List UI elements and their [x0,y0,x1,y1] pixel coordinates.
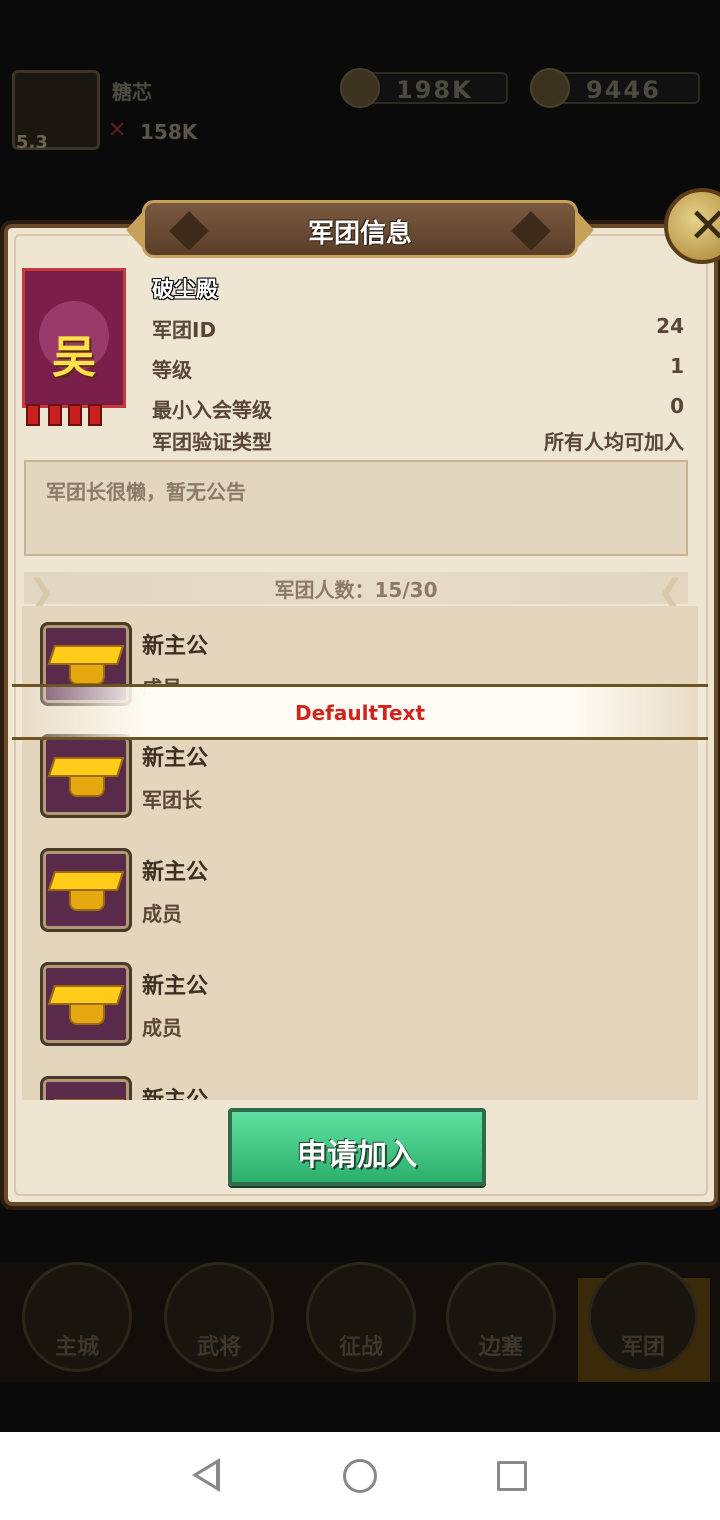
nav-label: 军团 [620,1335,665,1360]
member-name: 新主公 [142,634,209,659]
chevron-left-icon: ❮ [657,572,684,610]
info-row-min-level: 最小入会等级 0 [152,394,684,422]
close-icon: ✕ [688,198,720,254]
list-item[interactable]: 新主公 [22,1060,698,1100]
member-avatar [40,734,132,818]
nav-main-city[interactable]: 主城 [22,1262,132,1372]
member-name: 新主公 [142,974,209,999]
guild-name: 破尘殿 [152,278,219,303]
nav-label: 征战 [338,1335,383,1360]
member-name: 新主公 [142,746,209,771]
toast-text: DefaultText [294,701,426,725]
member-count-bar: ❯ 军团人数：15/30 ❮ [24,572,688,610]
nav-label: 边塞 [478,1335,523,1360]
info-row-id: 军团ID 24 [152,314,684,342]
member-role: 成员 [142,902,182,926]
info-value: 0 [670,394,684,418]
nav-legion[interactable]: 军团 [588,1262,698,1372]
recent-apps-icon[interactable] [497,1461,527,1491]
nav-generals[interactable]: 武将 [164,1262,274,1372]
dialog-title-banner: 军团信息 [142,200,578,258]
info-row-verify: 军团验证类型 所有人均可加入 [152,426,684,454]
bottom-nav: 主城 武将 征战 边塞 军团 [0,1262,720,1382]
ingot-counter[interactable]: 9446 [530,68,700,108]
scholar-hat-icon [47,757,125,801]
nav-campaign[interactable]: 征战 [306,1262,416,1372]
member-count: 军团人数：15/30 [274,578,438,602]
announcement-box: 军团长很懒，暂无公告 [24,460,688,556]
ingot-icon [530,68,570,108]
system-nav-bar [0,1432,720,1520]
back-icon-inner [198,1464,216,1486]
info-value: 所有人均可加入 [544,430,684,454]
member-role: 军团长 [142,788,202,812]
member-avatar [40,848,132,932]
member-name: 新主公 [142,860,209,885]
toast-message: DefaultText [12,684,708,740]
coin-value: 198K [396,76,473,104]
scholar-hat-icon [47,1099,125,1100]
player-power: 158K [140,120,198,144]
info-label: 军团ID [152,318,217,342]
banner-tails [22,404,126,428]
guild-banner-icon: 吴 [22,268,126,408]
player-name: 糖芯 [112,80,152,104]
list-item[interactable]: 新主公 成员 [22,832,698,944]
list-item[interactable]: 新主公 成员 [22,946,698,1058]
ingot-value: 9446 [586,76,661,104]
dragon-emblem-icon: 吴 [39,301,109,383]
info-label: 最小入会等级 [152,398,272,422]
apply-join-button[interactable]: 申请加入 [228,1108,486,1186]
top-status-bar: 5.3 糖芯 ✕ 158K 198K 9446 [0,60,720,160]
member-avatar [40,1076,132,1100]
info-value: 24 [656,314,684,338]
info-row-level: 等级 1 [152,354,684,382]
info-value: 1 [670,354,684,378]
member-avatar [40,962,132,1046]
war-flag-icon: ✕ [108,118,127,143]
scholar-hat-icon [47,645,125,689]
announcement-text: 军团长很懒，暂无公告 [46,480,246,504]
scholar-hat-icon [47,985,125,1029]
member-role: 成员 [142,1016,182,1040]
member-list[interactable]: 新主公 成员 新主公 军团长 新主公 成员 新主公 成员 新主公 [22,606,698,1100]
apply-join-label: 申请加入 [297,1138,417,1173]
info-label: 军团验证类型 [152,430,272,454]
home-icon[interactable] [343,1459,377,1493]
nav-frontier[interactable]: 边塞 [446,1262,556,1372]
nav-label: 武将 [196,1335,241,1360]
guild-flag-char: 吴 [52,332,96,383]
coin-counter[interactable]: 198K [340,68,508,108]
player-level: 5.3 [16,132,48,153]
member-name: 新主公 [142,1082,208,1100]
info-label: 等级 [152,358,192,382]
coin-icon [340,68,380,108]
nav-label: 主城 [54,1335,99,1360]
dialog-title: 军团信息 [307,219,412,249]
scholar-hat-icon [47,871,125,915]
